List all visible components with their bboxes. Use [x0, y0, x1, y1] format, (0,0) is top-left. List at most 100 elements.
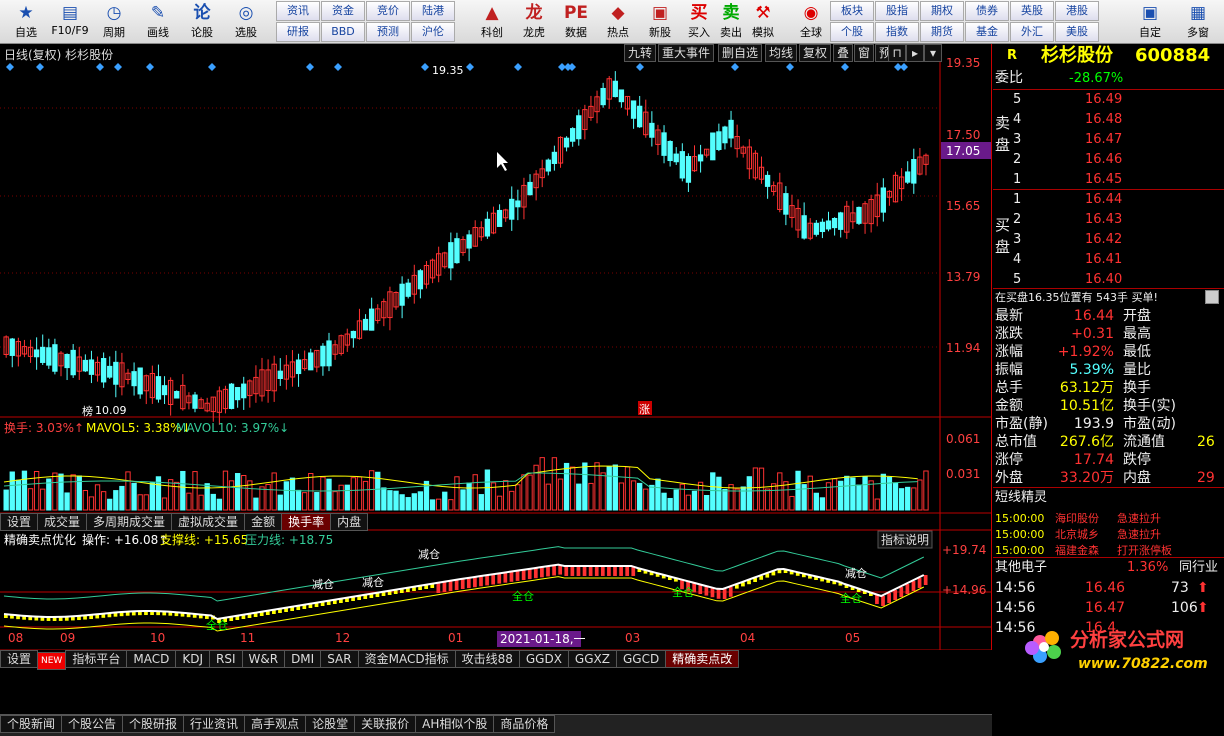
toolbar-grid-button[interactable]: 债券 [965, 1, 1009, 21]
info-tab[interactable]: 个股公告 [61, 715, 124, 733]
candle-body [70, 349, 76, 376]
info-tab[interactable]: 商品价格 [493, 715, 556, 733]
indicator-tab[interactable]: 资金MACD指标 [357, 650, 456, 668]
ask-price[interactable]: 16.48 [1085, 110, 1122, 129]
event-marker-icon[interactable] [114, 63, 122, 71]
indicator-tab[interactable]: SAR [320, 650, 359, 668]
event-marker-icon[interactable] [731, 63, 739, 71]
toolbar-sell-button[interactable]: 卖卖出 [714, 2, 748, 42]
scroll-button[interactable] [1205, 290, 1219, 304]
event-marker-icon[interactable] [466, 63, 474, 71]
toolbar-dragon-button[interactable]: 龙龙虎 [510, 2, 558, 42]
info-tab[interactable]: 行业资讯 [183, 715, 246, 733]
indicator-tab[interactable]: DMI [284, 650, 322, 668]
event-marker-icon[interactable] [334, 63, 342, 71]
toolbar-grid-button[interactable]: 基金 [965, 22, 1009, 42]
info-tab[interactable]: AH相似个股 [415, 715, 495, 733]
toolbar-right-button[interactable]: ▦ 多窗 [1176, 2, 1220, 42]
event-marker-icon[interactable] [636, 63, 644, 71]
toolbar-f10-button[interactable]: ▤ F10/F9 [46, 2, 94, 42]
indicator-tab[interactable]: W&R [241, 650, 286, 668]
event-marker-icon[interactable] [841, 63, 849, 71]
volume-tab[interactable]: 虚拟成交量 [171, 513, 246, 531]
event-marker-icon[interactable] [96, 63, 104, 71]
event-marker-icon[interactable] [208, 63, 216, 71]
toolbar-grid-button[interactable]: 英股 [1010, 1, 1054, 21]
indicator-tab[interactable]: GGXZ [567, 650, 617, 668]
bid-price[interactable]: 16.43 [1085, 210, 1122, 229]
event-marker-icon[interactable] [568, 63, 576, 71]
event-marker-icon[interactable] [514, 63, 522, 71]
toolbar-star-button[interactable]: ★ 自选 [2, 2, 50, 42]
ask-price[interactable]: 16.47 [1085, 130, 1122, 149]
event-marker-icon[interactable] [306, 63, 314, 71]
toolbar-grid-button[interactable]: 外汇 [1010, 22, 1054, 42]
toolbar-science-button[interactable]: ▲ 科创 [468, 2, 516, 42]
bid-price[interactable]: 16.40 [1085, 270, 1122, 289]
same-industry-button[interactable]: 同行业 [1179, 558, 1218, 577]
toolbar-grid-button[interactable]: BBD [321, 22, 365, 42]
bid-price[interactable]: 16.44 [1085, 190, 1122, 209]
info-tab[interactable]: 论股堂 [305, 715, 356, 733]
indicator-tab[interactable]: KDJ [175, 650, 210, 668]
toolbar-globe-button[interactable]: ◉ 全球 [794, 2, 828, 42]
event-marker-icon[interactable] [900, 63, 908, 71]
bid-price[interactable]: 16.41 [1085, 250, 1122, 269]
kline-chart[interactable]: 19.35 17.50 17.05 15.65 13.79 11.94 19.35 10.09… [0, 44, 992, 650]
toolbar-ipo-button[interactable]: ▣ 新股 [636, 2, 684, 42]
toolbar-chat-button[interactable]: 论论股 [178, 2, 226, 42]
volume-tab[interactable]: 成交量 [37, 513, 88, 531]
toolbar-grid-button[interactable]: 竞价 [366, 1, 410, 21]
toolbar-grid-button[interactable]: 美股 [1055, 22, 1099, 42]
toolbar-grid-button[interactable]: 预测 [366, 22, 410, 42]
toolbar-right-button[interactable]: ▣ 自定 [1128, 2, 1172, 42]
volume-tab[interactable]: 多周期成交量 [86, 513, 173, 531]
info-tab[interactable]: 个股新闻 [0, 715, 63, 733]
indicator-tab[interactable]: GGDX [518, 650, 569, 668]
event-marker-icon[interactable] [421, 63, 429, 71]
toolbar-pe-button[interactable]: PE 数据 [552, 2, 600, 42]
event-marker-icon[interactable] [786, 63, 794, 71]
toolbar-grid-button[interactable]: 板块 [830, 1, 874, 21]
toolbar-scan-button[interactable]: ◎ 选股 [222, 2, 270, 42]
toolbar-buy-button[interactable]: 买买入 [682, 2, 716, 42]
toolbar-hot-button[interactable]: ◆ 热点 [594, 2, 642, 42]
chart-area[interactable]: 日线(复权) 杉杉股份 九转重大事件删自选均线复权叠窗预测⊓▸▾ 19.3517… [0, 44, 992, 736]
toolbar-grid-button[interactable]: 资金 [321, 1, 365, 21]
indicator-tab[interactable]: 指标平台 [65, 650, 128, 668]
toolbar-clock-button[interactable]: ◷ 周期 [90, 2, 138, 42]
event-marker-icon[interactable] [36, 63, 44, 71]
ask-price[interactable]: 16.45 [1085, 170, 1122, 189]
toolbar-grid-button[interactable]: 港股 [1055, 1, 1099, 21]
toolbar-grid-button[interactable]: 股指 [875, 1, 919, 21]
toolbar-grid-button[interactable]: 资讯 [276, 1, 320, 21]
info-tab[interactable]: 个股研报 [122, 715, 185, 733]
toolbar-grid-button[interactable]: 陆港 [411, 1, 455, 21]
toolbar-grid-button[interactable]: 沪伦 [411, 22, 455, 42]
toolbar-hammer-button[interactable]: ⚒ 模拟 [746, 2, 780, 42]
toolbar-grid-button[interactable]: 研报 [276, 22, 320, 42]
info-tab[interactable]: 高手观点 [244, 715, 307, 733]
toolbar-grid-button[interactable]: 指数 [875, 22, 919, 42]
indicator-tab[interactable]: 设置 [0, 650, 39, 668]
toolbar-grid-button[interactable]: 期货 [920, 22, 964, 42]
toolbar-grid-button[interactable]: 期权 [920, 1, 964, 21]
volume-tab[interactable]: 设置 [0, 513, 39, 531]
volume-tab[interactable]: 内盘 [330, 513, 369, 531]
event-marker-icon[interactable] [6, 63, 14, 71]
bid-price[interactable]: 16.42 [1085, 230, 1122, 249]
event-marker-icon[interactable] [146, 63, 154, 71]
volume-tab[interactable]: 金额 [244, 513, 283, 531]
sector-name[interactable]: 其他电子 [995, 558, 1047, 577]
indicator-tab[interactable]: 精确卖点改 [665, 650, 740, 668]
toolbar-pen-button[interactable]: ✎ 画线 [134, 2, 182, 42]
ask-price[interactable]: 16.46 [1085, 150, 1122, 169]
toolbar-grid-button[interactable]: 个股 [830, 22, 874, 42]
ask-price[interactable]: 16.49 [1085, 90, 1122, 109]
indicator-tab[interactable]: MACD [126, 650, 177, 668]
info-tab[interactable]: 关联报价 [354, 715, 417, 733]
indicator-tab[interactable]: 攻击线88 [454, 650, 520, 668]
indicator-tab[interactable]: RSI [209, 650, 243, 668]
volume-tab[interactable]: 换手率 [281, 513, 332, 531]
indicator-tab[interactable]: GGCD [615, 650, 667, 668]
